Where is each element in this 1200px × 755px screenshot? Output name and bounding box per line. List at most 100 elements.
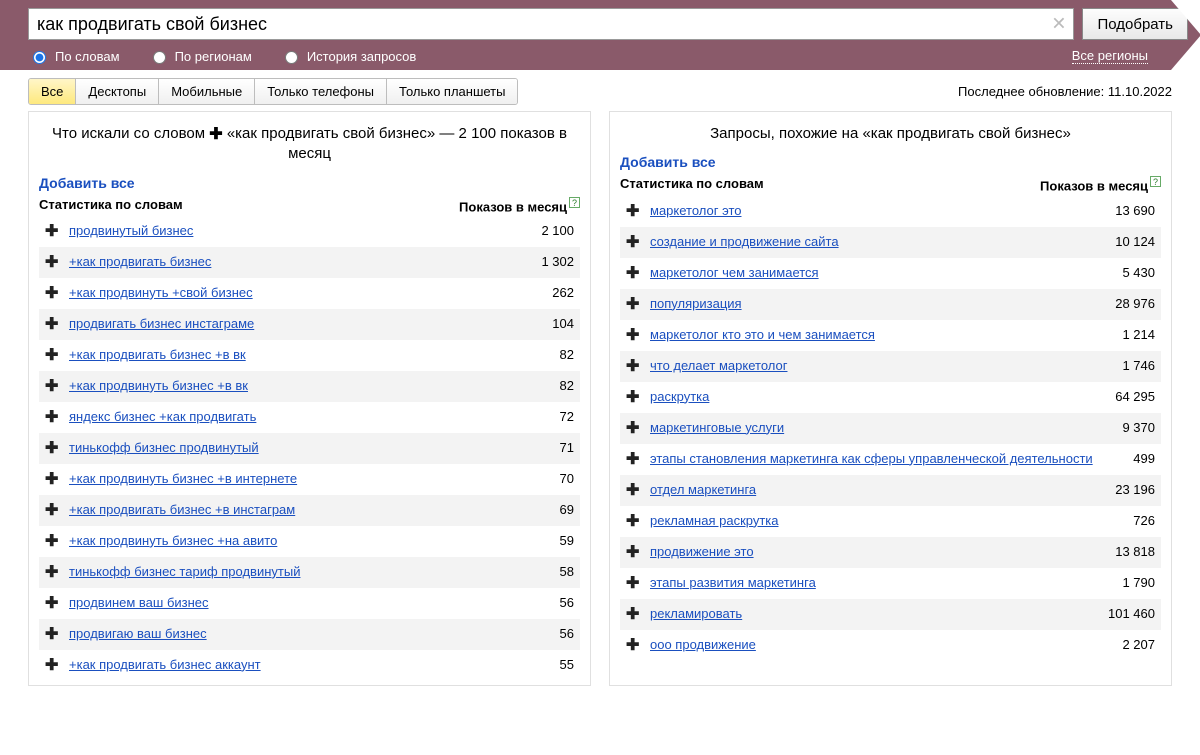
add-keyword-button[interactable]: ✚ [45,565,59,581]
add-keyword-button[interactable]: ✚ [45,348,59,364]
keyword-link[interactable]: отдел маркетинга [650,482,1097,497]
keyword-link[interactable]: рекламная раскрутка [650,513,1115,528]
keyword-count: 72 [560,409,574,424]
keyword-row: ✚+как продвигать бизнес +в вк82 [39,340,580,371]
device-tabs: Все Десктопы Мобильные Только телефоны Т… [28,78,518,105]
keyword-row: ✚ +как продвинуть +свой бизнес 262 [39,278,580,309]
keyword-row: ✚тинькофф бизнес продвинутый71 [39,433,580,464]
add-keyword-button[interactable]: ✚ [626,638,640,654]
help-icon[interactable]: ? [1150,176,1161,187]
keyword-link[interactable]: тинькофф бизнес продвинутый [69,440,542,455]
mode-by-regions[interactable]: По регионам [148,48,252,64]
keyword-link[interactable]: продвинем ваш бизнес [69,595,542,610]
add-keyword-button[interactable]: ✚ [626,235,640,251]
add-keyword-button[interactable]: ✚ [626,452,640,468]
keyword-count: 262 [552,285,574,300]
keyword-link[interactable]: +как продвинуть бизнес +на авито [69,533,542,548]
add-keyword-button[interactable]: ✚ [45,286,59,302]
keyword-link[interactable]: маркетолог чем занимается [650,265,1104,280]
keyword-row: ✚ маркетолог чем занимается 5 430 [620,258,1161,289]
add-keyword-button[interactable]: ✚ [45,379,59,395]
keyword-link[interactable]: этапы развития маркетинга [650,575,1104,590]
tab-phones[interactable]: Только телефоны [254,79,386,104]
tab-desktop[interactable]: Десктопы [75,79,158,104]
tab-mobile[interactable]: Мобильные [158,79,254,104]
keyword-link[interactable]: маркетинговые услуги [650,420,1104,435]
add-keyword-button[interactable]: ✚ [45,410,59,426]
search-input[interactable] [28,8,1074,40]
add-keyword-button[interactable]: ✚ [45,627,59,643]
add-keyword-button[interactable]: ✚ [626,390,640,406]
last-update: Последнее обновление: 11.10.2022 [958,84,1172,99]
header-arrow-icon [1171,0,1200,70]
keyword-link[interactable]: +как продвигать бизнес +в вк [69,347,542,362]
add-all-left[interactable]: Добавить все [39,175,135,191]
add-keyword-button[interactable]: ✚ [626,576,640,592]
add-keyword-button[interactable]: ✚ [626,514,640,530]
add-keyword-button[interactable]: ✚ [45,224,59,240]
mode-by-words-label: По словам [55,49,120,64]
keyword-count: 5 430 [1122,265,1155,280]
mode-by-words-radio[interactable] [33,51,46,64]
add-keyword-button[interactable]: ✚ [45,317,59,333]
add-all-right[interactable]: Добавить все [620,154,716,170]
keyword-link[interactable]: +как продвинуть +свой бизнес [69,285,534,300]
keyword-count: 70 [560,471,574,486]
add-keyword-button[interactable]: ✚ [45,596,59,612]
add-keyword-button[interactable]: ✚ [626,607,640,623]
add-keyword-button[interactable]: ✚ [626,266,640,282]
keyword-link[interactable]: +как продвинуть бизнес +в интернете [69,471,542,486]
add-keyword-button[interactable]: ✚ [45,534,59,550]
keyword-count: 23 196 [1115,482,1155,497]
keyword-count: 1 790 [1122,575,1155,590]
keyword-link[interactable]: продвигать бизнес инстаграме [69,316,534,331]
keyword-link[interactable]: маркетолог кто это и чем занимается [650,327,1104,342]
keyword-count: 1 302 [541,254,574,269]
keyword-link[interactable]: создание и продвижение сайта [650,234,1097,249]
keyword-count: 2 100 [541,223,574,238]
add-keyword-button[interactable]: ✚ [45,255,59,271]
tab-all[interactable]: Все [29,79,75,104]
col-count-right: Показов в месяц? [1040,176,1161,193]
add-keyword-button[interactable]: ✚ [626,204,640,220]
keyword-link[interactable]: этапы становления маркетинга как сферы у… [650,451,1115,466]
keyword-link[interactable]: +как продвигать бизнес +в инстаграм [69,502,542,517]
mode-by-words[interactable]: По словам [28,48,120,64]
keyword-link[interactable]: рекламировать [650,606,1090,621]
keyword-link[interactable]: что делает маркетолог [650,358,1104,373]
keyword-row: ✚ +как продвинуть бизнес +в интернете 70 [39,464,580,495]
keyword-link[interactable]: популяризация [650,296,1097,311]
add-keyword-button[interactable]: ✚ [626,297,640,313]
keyword-link[interactable]: продвижение это [650,544,1097,559]
add-keyword-button[interactable]: ✚ [45,441,59,457]
keyword-row: ✚ этапы развития маркетинга 1 790 [620,568,1161,599]
add-keyword-button[interactable]: ✚ [626,359,640,375]
keyword-count: 13 818 [1115,544,1155,559]
mode-by-regions-radio[interactable] [153,51,166,64]
keyword-link[interactable]: тинькофф бизнес тариф продвинутый [69,564,542,579]
keyword-row: ✚создание и продвижение сайта10 124 [620,227,1161,258]
right-panel-title: Запросы, похожие на «как продвигать свой… [620,124,1161,144]
keyword-link[interactable]: яндекс бизнес +как продвигать [69,409,542,424]
add-keyword-button[interactable]: ✚ [45,658,59,674]
add-keyword-button[interactable]: ✚ [626,421,640,437]
help-icon[interactable]: ? [569,197,580,208]
keyword-link[interactable]: продвинутый бизнес [69,223,523,238]
clear-icon[interactable]: ✕ [1051,14,1066,35]
tab-tablets[interactable]: Только планшеты [386,79,517,104]
mode-history-radio[interactable] [285,51,298,64]
all-regions-link[interactable]: Все регионы [1072,48,1148,64]
add-keyword-button[interactable]: ✚ [45,472,59,488]
add-keyword-button[interactable]: ✚ [626,545,640,561]
add-keyword-button[interactable]: ✚ [45,503,59,519]
keyword-link[interactable]: раскрутка [650,389,1097,404]
add-keyword-button[interactable]: ✚ [626,328,640,344]
keyword-link[interactable]: +как продвигать бизнес аккаунт [69,657,542,672]
keyword-link[interactable]: +как продвинуть бизнес +в вк [69,378,542,393]
mode-history[interactable]: История запросов [280,48,417,64]
keyword-link[interactable]: маркетолог это [650,203,1097,218]
keyword-link[interactable]: +как продвигать бизнес [69,254,523,269]
add-keyword-button[interactable]: ✚ [626,483,640,499]
keyword-link[interactable]: ооо продвижение [650,637,1104,652]
keyword-link[interactable]: продвигаю ваш бизнес [69,626,542,641]
